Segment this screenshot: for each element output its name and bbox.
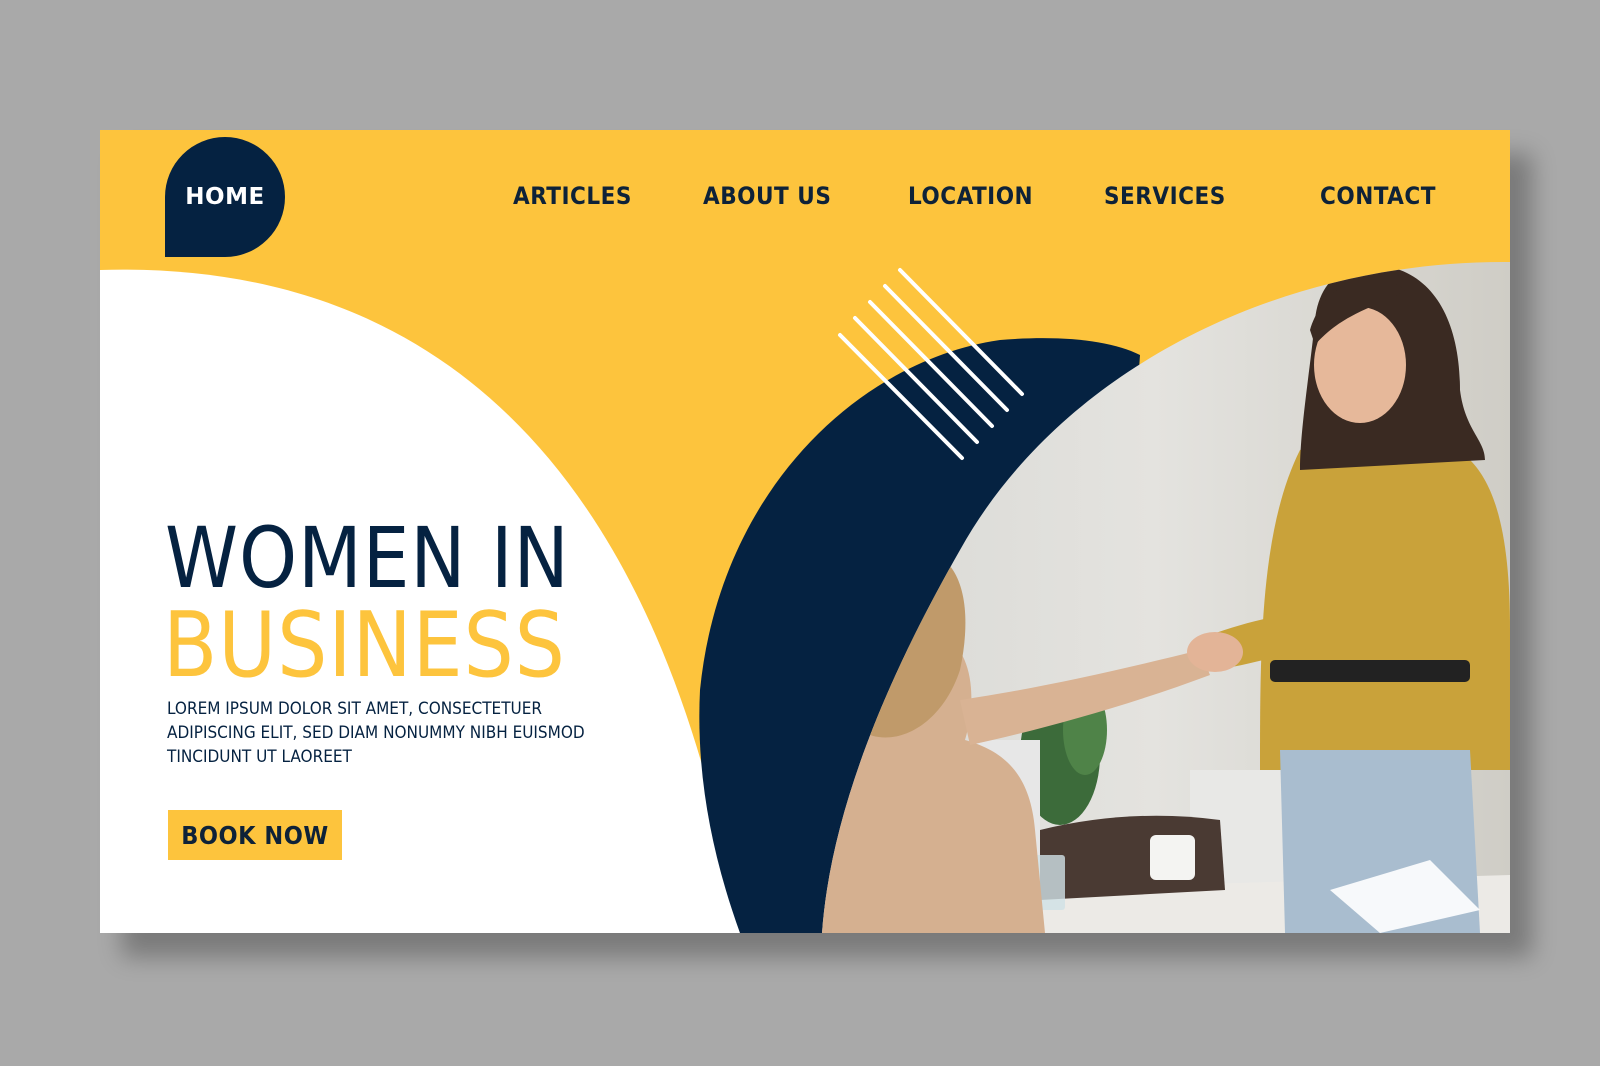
nav-services[interactable]: SERVICES bbox=[1104, 182, 1226, 210]
nav-articles[interactable]: ARTICLES bbox=[513, 182, 632, 210]
hero-description: LOREM IPSUM DOLOR SIT AMET, CONSECTETUER… bbox=[167, 699, 585, 767]
top-navigation: ARTICLES ABOUT US LOCATION SERVICES CONT… bbox=[100, 182, 1510, 218]
landing-page-card: HOME ARTICLES ABOUT US LOCATION SERVICES… bbox=[100, 130, 1510, 933]
nav-about-us[interactable]: ABOUT US bbox=[703, 182, 831, 210]
hero-title-line1: WOMEN IN bbox=[165, 509, 570, 607]
nav-contact[interactable]: CONTACT bbox=[1320, 182, 1436, 210]
nav-location[interactable]: LOCATION bbox=[908, 182, 1033, 210]
hero-title-line2: BUSINESS bbox=[163, 593, 566, 698]
book-now-button[interactable]: BOOK NOW bbox=[168, 810, 342, 860]
